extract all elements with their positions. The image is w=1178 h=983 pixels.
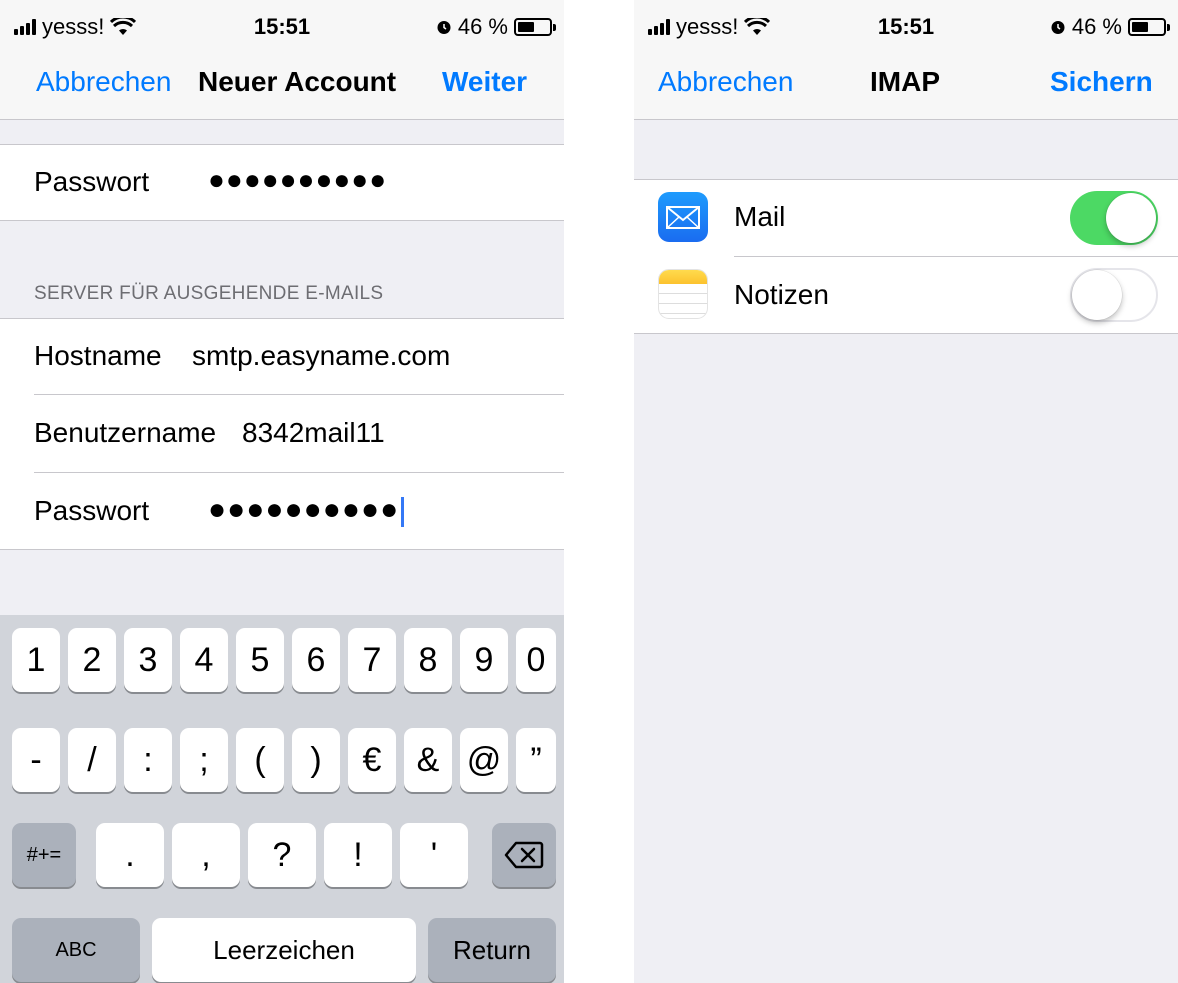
hostname-label: Hostname [34, 340, 162, 371]
alarm-icon [1051, 21, 1065, 34]
hostname-row[interactable]: Hostname smtp.easyname.com [0, 318, 564, 395]
navigation-bar: Abbrechen Neuer Account Weiter [0, 52, 564, 120]
notes-label: Notizen [734, 279, 829, 310]
outgoing-server-section-header: SERVER FÜR AUSGEHENDE E-MAILS [34, 283, 384, 304]
sync-toggles-group: Mail Notizen [634, 179, 1178, 334]
outgoing-password-field[interactable]: ●●●●●●●●●● [208, 493, 405, 527]
notes-toggle-row: Notizen [634, 257, 1178, 333]
abc-key[interactable]: ABC [12, 918, 140, 982]
battery-percent: 46 % [1071, 14, 1122, 39]
key-euro[interactable]: € [348, 728, 396, 792]
key-apostrophe[interactable]: ' [400, 823, 468, 887]
key-hyphen[interactable]: - [12, 728, 60, 792]
cancel-button[interactable]: Abbrechen [36, 66, 171, 98]
key-6[interactable]: 6 [292, 628, 340, 692]
incoming-password-row[interactable]: Passwort ●●●●●●●●●● [0, 144, 564, 221]
key-exclamation[interactable]: ! [324, 823, 392, 887]
text-cursor [401, 496, 405, 527]
mail-app-icon [658, 192, 708, 242]
delete-key[interactable] [492, 823, 556, 887]
save-button[interactable]: Sichern [1050, 66, 1153, 98]
cancel-button[interactable]: Abbrechen [658, 66, 793, 98]
outgoing-server-group: Hostname smtp.easyname.com Benutzername … [0, 318, 564, 550]
key-ampersand[interactable]: & [404, 728, 452, 792]
key-slash[interactable]: / [68, 728, 116, 792]
battery-percent: 46 % [457, 14, 508, 39]
key-close-paren[interactable]: ) [292, 728, 340, 792]
key-comma[interactable]: , [172, 823, 240, 887]
key-at[interactable]: @ [460, 728, 508, 792]
key-period[interactable]: . [96, 823, 164, 887]
username-label: Benutzername [34, 417, 217, 448]
key-3[interactable]: 3 [124, 628, 172, 692]
hostname-field[interactable]: smtp.easyname.com [192, 340, 450, 372]
notes-toggle-switch[interactable] [1070, 268, 1158, 322]
key-2[interactable]: 2 [68, 628, 116, 692]
key-open-paren[interactable]: ( [236, 728, 284, 792]
key-colon[interactable]: : [124, 728, 172, 792]
page-title: Neuer Account [198, 66, 397, 97]
key-question[interactable]: ? [248, 823, 316, 887]
battery-icon [1128, 18, 1170, 36]
password-label: Passwort [34, 495, 150, 526]
numeric-keyboard: 1 2 3 4 5 6 7 8 9 0 - / : ; ( ) € & @ ” … [0, 615, 564, 983]
key-0[interactable]: 0 [516, 628, 556, 692]
status-bar: yesss! 15:51 46 % [0, 0, 564, 52]
username-row[interactable]: Benutzername 8342mail11 [0, 395, 564, 472]
key-5[interactable]: 5 [236, 628, 284, 692]
mail-label: Mail [734, 201, 786, 232]
incoming-password-field[interactable]: ●●●●●●●●●● [208, 164, 387, 196]
battery-icon [514, 18, 556, 36]
next-button[interactable]: Weiter [442, 66, 527, 98]
key-4[interactable]: 4 [180, 628, 228, 692]
symbols-toggle-key[interactable]: #+= [12, 823, 76, 887]
key-semicolon[interactable]: ; [180, 728, 228, 792]
page-title: IMAP [870, 66, 940, 97]
navigation-bar: Abbrechen IMAP Sichern [634, 52, 1178, 120]
return-key[interactable]: Return [428, 918, 556, 982]
key-7[interactable]: 7 [348, 628, 396, 692]
key-1[interactable]: 1 [12, 628, 60, 692]
incoming-password-group: Passwort ●●●●●●●●●● [0, 144, 564, 221]
space-key[interactable]: Leerzeichen [152, 918, 416, 982]
alarm-icon [437, 21, 451, 34]
status-bar: yesss! 15:51 46 % [634, 0, 1178, 52]
notes-app-icon [658, 269, 708, 319]
password-label: Passwort [34, 166, 150, 197]
mail-toggle-row: Mail [634, 179, 1178, 256]
key-8[interactable]: 8 [404, 628, 452, 692]
backspace-icon [504, 841, 544, 869]
imap-settings-screen: yesss! 15:51 46 % Abbrechen IMAP Sichern… [634, 0, 1178, 983]
key-quote[interactable]: ” [516, 728, 556, 792]
username-field[interactable]: 8342mail11 [242, 417, 385, 449]
key-9[interactable]: 9 [460, 628, 508, 692]
outgoing-password-row[interactable]: Passwort ●●●●●●●●●● [0, 473, 564, 550]
new-account-screen: yesss! 15:51 46 % Abbrechen Neuer Accoun… [0, 0, 564, 983]
mail-toggle-switch[interactable] [1070, 191, 1158, 245]
